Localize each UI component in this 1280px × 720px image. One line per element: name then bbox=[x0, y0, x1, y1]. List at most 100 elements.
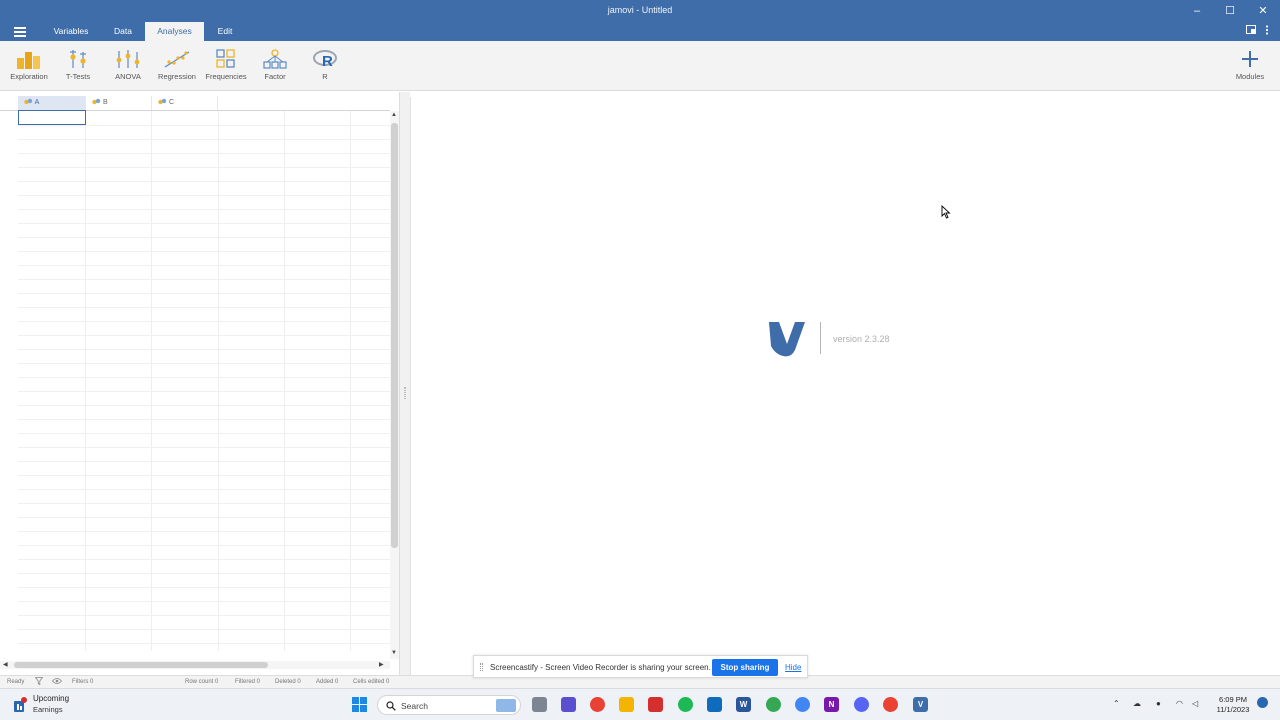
microphone-icon[interactable]: ● bbox=[1156, 699, 1161, 708]
logo-separator bbox=[820, 322, 821, 354]
more-options-icon[interactable] bbox=[1265, 25, 1269, 38]
start-button[interactable] bbox=[352, 697, 367, 717]
column-gridline bbox=[151, 111, 152, 651]
scroll-left-icon[interactable]: ◀ bbox=[3, 661, 8, 668]
column-header-a[interactable]: A bbox=[18, 96, 86, 110]
row-gridline bbox=[18, 125, 390, 126]
scroll-down-icon[interactable]: ▼ bbox=[391, 650, 397, 656]
r-button[interactable]: R R bbox=[301, 49, 349, 81]
word-icon[interactable]: W bbox=[736, 697, 751, 712]
outlook-icon[interactable] bbox=[707, 697, 722, 712]
column-header-b[interactable]: B bbox=[86, 96, 152, 110]
row-gridline bbox=[18, 363, 390, 364]
eye-icon[interactable] bbox=[51, 677, 63, 687]
status-deleted: Deleted 0 bbox=[275, 679, 301, 685]
layout-icon[interactable] bbox=[1246, 25, 1256, 37]
filter-icon[interactable] bbox=[34, 677, 44, 687]
results-pane[interactable]: version 2.3.28 bbox=[410, 97, 1280, 675]
regression-label: Regression bbox=[158, 72, 196, 81]
tab-data[interactable]: Data bbox=[106, 22, 140, 41]
tab-analyses[interactable]: Analyses bbox=[145, 22, 204, 41]
spotify-icon[interactable] bbox=[678, 697, 693, 712]
clock-time: 6:09 PM bbox=[1219, 695, 1247, 704]
nominal-variable-icon bbox=[24, 98, 33, 105]
onenote-icon[interactable]: N bbox=[824, 697, 839, 712]
status-row-count: Row count 0 bbox=[185, 679, 219, 685]
status-filtered: Filtered 0 bbox=[235, 679, 261, 685]
modules-label: Modules bbox=[1235, 72, 1265, 81]
row-gridline bbox=[18, 265, 390, 266]
chrome-profile-icon[interactable] bbox=[766, 697, 781, 712]
row-gridline bbox=[18, 195, 390, 196]
maximize-button[interactable]: ☐ bbox=[1215, 2, 1245, 20]
acrobat-icon[interactable] bbox=[648, 697, 663, 712]
pane-splitter[interactable] bbox=[400, 92, 410, 675]
jamovi-logo-icon bbox=[769, 322, 805, 357]
splitter-grip-icon[interactable] bbox=[404, 387, 406, 399]
row-gridline bbox=[18, 167, 390, 168]
windows-icon bbox=[352, 697, 367, 712]
ttests-button[interactable]: T-Tests bbox=[54, 49, 102, 81]
notifications-icon[interactable] bbox=[1257, 697, 1268, 708]
r-label: R bbox=[322, 72, 328, 81]
horizontal-scroll-thumb[interactable] bbox=[14, 662, 268, 668]
frequencies-button[interactable]: Frequencies bbox=[202, 49, 250, 81]
factor-button[interactable]: Factor bbox=[251, 49, 299, 81]
discord-icon[interactable] bbox=[854, 697, 869, 712]
window-title: jamovi - Untitled bbox=[607, 5, 673, 15]
row-gridline bbox=[18, 461, 390, 462]
teams-icon[interactable] bbox=[561, 697, 576, 712]
frequencies-label: Frequencies bbox=[205, 72, 247, 81]
column-name-b: B bbox=[102, 99, 108, 106]
search-highlight-icon bbox=[496, 699, 516, 712]
row-gridline bbox=[18, 433, 390, 434]
minimize-button[interactable]: – bbox=[1182, 2, 1212, 20]
file-explorer-icon[interactable] bbox=[619, 697, 634, 712]
status-added: Added 0 bbox=[316, 679, 339, 685]
show-hidden-icons[interactable]: ⌃ bbox=[1113, 699, 1120, 708]
row-gridline bbox=[18, 307, 390, 308]
hide-link[interactable]: Hide bbox=[785, 663, 801, 672]
clock-date: 11/1/2023 bbox=[1216, 705, 1250, 714]
taskbar-search[interactable]: Search bbox=[377, 695, 521, 715]
exploration-button[interactable]: Exploration bbox=[5, 49, 53, 81]
data-spreadsheet[interactable]: A B C ▲ ▼ ◀ ▶ bbox=[0, 92, 400, 675]
tab-edit[interactable]: Edit bbox=[210, 22, 240, 41]
search-placeholder: Search bbox=[401, 701, 428, 711]
main-menu-icon[interactable] bbox=[14, 27, 26, 37]
volume-icon[interactable]: ◁ bbox=[1192, 699, 1198, 708]
chrome-icon[interactable] bbox=[590, 697, 605, 712]
row-gridline bbox=[18, 391, 390, 392]
row-gridline bbox=[18, 209, 390, 210]
mouse-cursor-icon bbox=[941, 205, 951, 219]
selected-cell[interactable] bbox=[18, 110, 86, 125]
column-header-c[interactable]: C bbox=[152, 96, 218, 110]
chrome-app-icon[interactable] bbox=[795, 697, 810, 712]
row-gridline bbox=[18, 531, 390, 532]
row-gridline bbox=[18, 419, 390, 420]
modules-button[interactable]: Modules bbox=[1226, 49, 1274, 81]
close-button[interactable]: ✕ bbox=[1248, 2, 1278, 20]
drag-handle-icon[interactable] bbox=[480, 663, 483, 671]
system-clock[interactable]: 6:09 PM 11/1/2023 bbox=[1212, 695, 1254, 715]
jamovi-taskbar-icon[interactable]: V bbox=[913, 697, 928, 712]
factor-label: Factor bbox=[264, 72, 286, 81]
anova-button[interactable]: ANOVA bbox=[104, 49, 152, 81]
stop-sharing-button[interactable]: Stop sharing bbox=[712, 659, 778, 676]
vertical-scrollbar[interactable]: ▲ ▼ bbox=[390, 111, 399, 659]
title-bar: jamovi - Untitled – ☐ ✕ Variables Data A… bbox=[0, 0, 1280, 41]
tab-variables[interactable]: Variables bbox=[48, 22, 94, 41]
wifi-icon[interactable]: ◠ bbox=[1176, 699, 1183, 708]
horizontal-scrollbar[interactable]: ◀ ▶ bbox=[0, 661, 390, 669]
row-gridline bbox=[18, 293, 390, 294]
scroll-right-icon[interactable]: ▶ bbox=[379, 661, 384, 668]
row-gridline bbox=[18, 153, 390, 154]
vertical-scroll-thumb[interactable] bbox=[391, 123, 398, 548]
task-view-icon[interactable] bbox=[532, 697, 547, 712]
row-gridline bbox=[18, 139, 390, 140]
regression-button[interactable]: Regression bbox=[153, 49, 201, 81]
chrome-extra-icon[interactable] bbox=[883, 697, 898, 712]
scroll-up-icon[interactable]: ▲ bbox=[391, 112, 397, 118]
cloud-icon[interactable]: ☁ bbox=[1133, 699, 1141, 708]
ttests-icon bbox=[70, 50, 86, 68]
